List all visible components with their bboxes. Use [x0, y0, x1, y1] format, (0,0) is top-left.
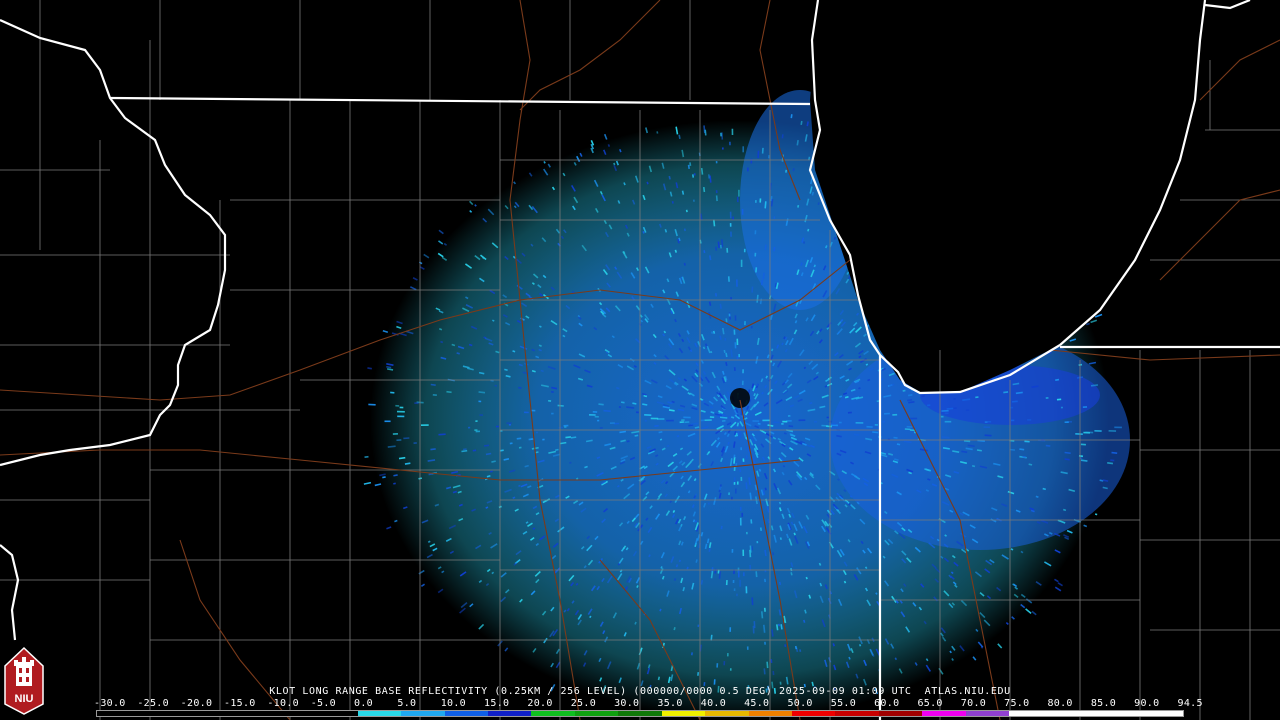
colorbar-segment [1139, 711, 1183, 716]
scale-tick-label: -30.0 [94, 698, 126, 709]
colorbar-segment [140, 711, 184, 716]
colorbar-segment [574, 711, 619, 716]
scale-labels: -30.0 -25.0 -20.0 -15.0 -10.0 -5.0 0.0 5.0 10.0 1… [94, 698, 1202, 710]
scale-tick-label: 40.0 [700, 698, 727, 709]
scale-tick-label: -25.0 [137, 698, 169, 709]
colorbar-segment [357, 711, 402, 716]
colorbar-segment [314, 711, 358, 716]
scale-tick-label: 10.0 [440, 698, 467, 709]
colorbar-segment [444, 711, 488, 716]
university-tower-icon [14, 657, 34, 686]
scale-tick-label: 94.5 [1177, 698, 1203, 709]
scale-tick-label: 50.0 [787, 698, 813, 709]
scale-tick-label: 60.0 [874, 698, 900, 709]
scale-tick-label: 30.0 [614, 698, 640, 709]
scale-tick-label: 75.0 [1004, 698, 1030, 709]
scale-tick-label: -20.0 [180, 698, 213, 709]
colorbar-segment [618, 711, 662, 716]
colorbar-segment [878, 711, 923, 716]
scale-tick-label: 70.0 [960, 698, 987, 709]
colorbar-segment [487, 711, 532, 716]
scale-tick-label: 45.0 [744, 698, 770, 709]
product-caption: KLOT LONG RANGE BASE REFLECTIVITY (0.25K… [269, 686, 1011, 697]
scale-tick-label: -15.0 [224, 698, 256, 709]
scale-tick-label: 15.0 [484, 698, 510, 709]
colorbar-segment [270, 711, 315, 716]
scale-tick-label: 80.0 [1047, 698, 1073, 709]
colorbar-segment [661, 711, 706, 716]
reflectivity-colorbar [96, 710, 1184, 717]
scale-tick-label: 25.0 [570, 698, 597, 709]
scale-tick-label: 65.0 [917, 698, 943, 709]
scale-tick-label: 55.0 [830, 698, 857, 709]
colorbar-segment [183, 711, 228, 716]
radar-site-marker [730, 388, 750, 408]
colorbar-segment [1009, 711, 1053, 716]
scale-tick-label: -10.0 [267, 698, 299, 709]
colorbar-segment [531, 711, 575, 716]
colorbar-segment [97, 711, 141, 716]
colorbar-segment [227, 711, 271, 716]
colorbar-segment [965, 711, 1010, 716]
niu-logo: NIU [4, 646, 44, 715]
colorbar-segment [1096, 711, 1140, 716]
radar-map [0, 0, 1280, 720]
colorbar-segment [922, 711, 966, 716]
colorbar-segment [792, 711, 836, 716]
scale-tick-label: -5.0 [310, 698, 336, 709]
colorbar-segment [401, 711, 445, 716]
scale-tick-label: 0.0 [354, 698, 373, 709]
colorbar-segment [835, 711, 879, 716]
scale-tick-label: 90.0 [1134, 698, 1160, 709]
scale-tick-label: 35.0 [657, 698, 683, 709]
colorbar-segment [705, 711, 749, 716]
colorbar-segment [748, 711, 792, 716]
colorbar-segment [1052, 711, 1097, 716]
scale-tick-label: 5.0 [397, 698, 417, 709]
scale-tick-label: 20.0 [527, 698, 553, 709]
scale-tick-label: 85.0 [1090, 698, 1117, 709]
